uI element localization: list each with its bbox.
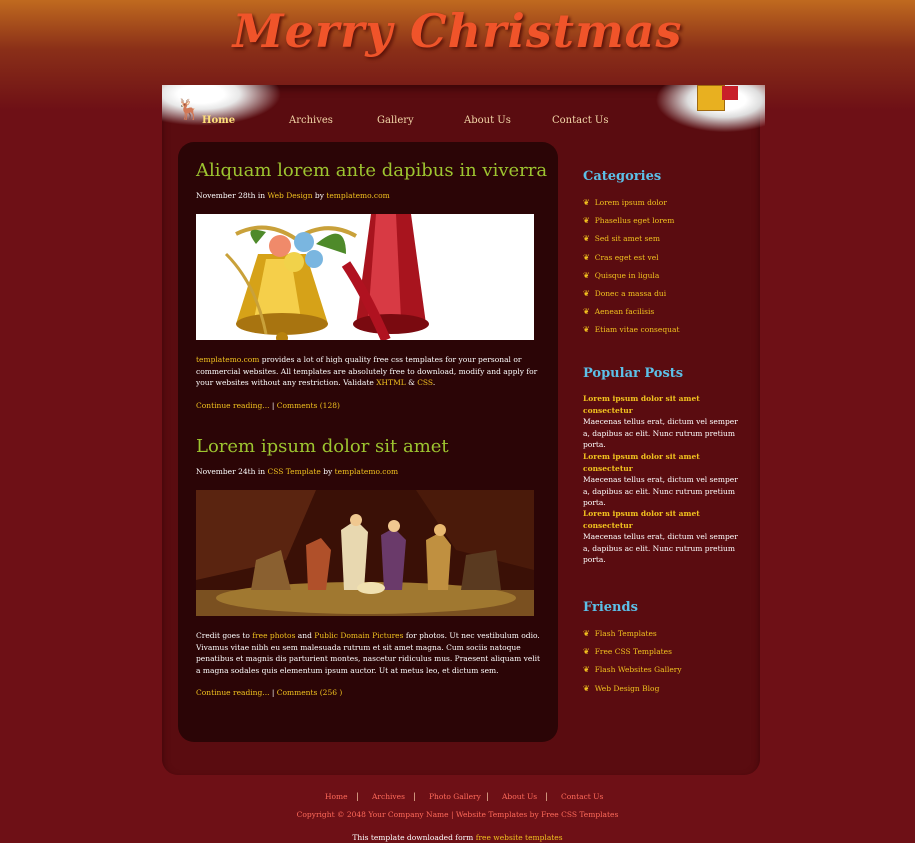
leaf-bullet-icon: ❦	[583, 216, 590, 226]
footer-separator: |	[545, 792, 548, 801]
post-by: by	[323, 467, 333, 476]
friends-list: ❦ Flash Templates ❦ Free CSS Templates ❦ Fl…	[583, 629, 682, 702]
post-date: November 28th in	[196, 191, 266, 200]
footer-link-home[interactable]: Home	[325, 792, 348, 801]
list-item[interactable]: ❦ Donec a massa dui	[583, 289, 679, 307]
list-item[interactable]: ❦ Etiam vitae consequat	[583, 325, 679, 343]
leaf-bullet-icon: ❦	[583, 288, 590, 298]
nav-contact-us[interactable]: Contact Us	[552, 115, 608, 126]
popular-post-title[interactable]: Lorem ipsum dolor sit amet consectetur	[583, 452, 700, 473]
comments-link[interactable]: Comments (128)	[277, 401, 340, 410]
leaf-bullet-icon: ❦	[583, 307, 590, 317]
post-category-link[interactable]: Web Design	[267, 191, 312, 200]
popular-post: Lorem ipsum dolor sit amet consectetur M…	[583, 393, 743, 451]
copyright-text: Copyright © 2048 Your Company Name | Web…	[296, 810, 619, 819]
popular-post-body: Maecenas tellus erat, dictum vel semper …	[583, 532, 738, 564]
list-item[interactable]: ❦ Flash Websites Gallery	[583, 665, 682, 683]
post-category-link[interactable]: CSS Template	[267, 467, 320, 476]
list-item[interactable]: ❦ Quisque in ligula	[583, 271, 679, 289]
nav-gallery[interactable]: Gallery	[377, 115, 414, 126]
nav-archives[interactable]: Archives	[289, 115, 333, 126]
continue-reading-link[interactable]: Continue reading...	[196, 688, 269, 697]
popular-post: Lorem ipsum dolor sit amet consectetur M…	[583, 508, 743, 566]
site-title: Merry Christmas	[232, 4, 683, 58]
list-item[interactable]: ❦ Sed sit amet sem	[583, 234, 679, 252]
post-author-link[interactable]: templatemo.com	[326, 191, 389, 200]
footer-separator: |	[486, 792, 489, 801]
post-links-2: Continue reading... | Comments (256 )	[196, 688, 343, 697]
footer-link-about-us[interactable]: About Us	[502, 792, 537, 801]
gift-box-icon	[697, 85, 725, 111]
leaf-bullet-icon: ❦	[583, 270, 590, 280]
download-credit: This template downloaded form free websi…	[352, 833, 563, 842]
popular-post-body: Maecenas tellus erat, dictum vel semper …	[583, 475, 738, 507]
footer-link-archives[interactable]: Archives	[372, 792, 405, 801]
list-item[interactable]: ❦ Phasellus eget lorem	[583, 216, 679, 234]
list-item[interactable]: ❦ Cras eget est vel	[583, 253, 679, 271]
continue-reading-link[interactable]: Continue reading...	[196, 401, 269, 410]
css-link[interactable]: CSS	[417, 378, 433, 387]
templatemo-link[interactable]: templatemo.com	[196, 355, 259, 364]
leaf-bullet-icon: ❦	[583, 252, 590, 262]
list-item[interactable]: ❦ Lorem ipsum dolor	[583, 198, 679, 216]
leaf-bullet-icon: ❦	[583, 198, 590, 207]
footer-separator: |	[413, 792, 416, 801]
comments-link[interactable]: Comments (256 )	[277, 688, 343, 697]
free-website-templates-link[interactable]: free website templates	[476, 833, 563, 842]
list-item[interactable]: ❦ Free CSS Templates	[583, 647, 682, 665]
leaf-bullet-icon: ❦	[583, 325, 590, 335]
post-title-1[interactable]: Aliquam lorem ante dapibus in viverra	[196, 160, 547, 181]
leaf-bullet-icon: ❦	[583, 683, 590, 693]
post-date: November 24th in	[196, 467, 266, 476]
post-meta-1: November 28th in Web Design by templatem…	[196, 191, 390, 200]
popular-posts-heading: Popular Posts	[583, 366, 684, 381]
friends-heading: Friends	[583, 600, 638, 615]
post-text-1: templatemo.com provides a lot of high qu…	[196, 355, 538, 387]
popular-post-title[interactable]: Lorem ipsum dolor sit amet consectetur	[583, 509, 700, 530]
leaf-bullet-icon: ❦	[583, 234, 590, 244]
categories-heading: Categories	[583, 169, 662, 184]
christmas-bells-image	[196, 214, 534, 340]
popular-post: Lorem ipsum dolor sit amet consectetur M…	[583, 451, 743, 509]
post-links-1: Continue reading... | Comments (128)	[196, 401, 340, 410]
footer-link-photo-gallery[interactable]: Photo Gallery	[429, 792, 481, 801]
footer-separator: |	[356, 792, 359, 801]
categories-list: ❦ Lorem ipsum dolor ❦ Phasellus eget lorem…	[583, 198, 679, 344]
nav-about-us[interactable]: About Us	[464, 115, 511, 126]
footer-nav: Home | Archives | Photo Gallery | About …	[0, 792, 915, 804]
post-meta-2: November 24th in CSS Template by templat…	[196, 467, 398, 476]
xhtml-link[interactable]: XHTML	[376, 378, 406, 387]
post-author-link[interactable]: templatemo.com	[335, 467, 398, 476]
gift-box-small-icon	[722, 86, 738, 100]
post-text-2: Credit goes to free photos and Public Do…	[196, 631, 541, 675]
nativity-scene-image	[196, 490, 534, 616]
public-domain-pictures-link[interactable]: Public Domain Pictures	[314, 631, 403, 640]
list-item[interactable]: ❦ Flash Templates	[583, 629, 682, 647]
nav-home[interactable]: Home	[202, 115, 235, 126]
list-item[interactable]: ❦ Web Design Blog	[583, 684, 682, 702]
footer-link-contact-us[interactable]: Contact Us	[561, 792, 603, 801]
popular-post-body: Maecenas tellus erat, dictum vel semper …	[583, 417, 738, 449]
popular-post-title[interactable]: Lorem ipsum dolor sit amet consectetur	[583, 394, 700, 415]
leaf-bullet-icon: ❦	[583, 629, 590, 638]
list-item[interactable]: ❦ Aenean facilisis	[583, 307, 679, 325]
main-nav: Home Archives Gallery About Us Contact U…	[0, 115, 915, 131]
post-by: by	[314, 191, 324, 200]
leaf-bullet-icon: ❦	[583, 647, 590, 657]
free-photos-link[interactable]: free photos	[252, 631, 295, 640]
leaf-bullet-icon: ❦	[583, 665, 590, 675]
post-title-2[interactable]: Lorem ipsum dolor sit amet	[196, 436, 449, 457]
